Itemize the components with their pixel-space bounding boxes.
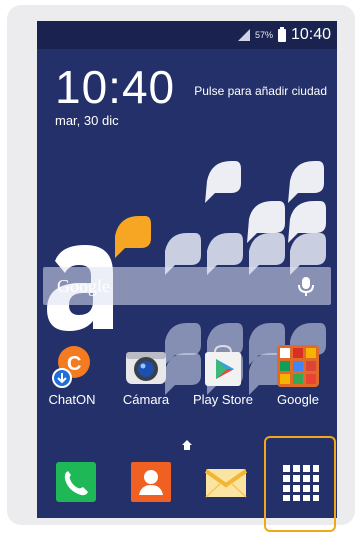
status-time: 10:40	[290, 26, 331, 43]
app-label-google: Google	[277, 392, 319, 407]
app-label-chaton: ChatON	[48, 392, 96, 407]
camera-icon	[124, 344, 168, 388]
app-chaton[interactable]: C ChatON	[37, 344, 108, 407]
google-search-label: Google	[57, 276, 110, 296]
dock-phone[interactable]	[55, 461, 97, 503]
dock-messages[interactable]	[204, 461, 248, 503]
app-play-store[interactable]: Play Store	[187, 344, 259, 407]
weather-add-city[interactable]: Pulse para añadir ciudad	[187, 85, 327, 98]
app-google-folder[interactable]: Google	[262, 344, 334, 407]
home-page-indicator-icon	[182, 440, 192, 450]
app-label-camera: Cámara	[122, 392, 170, 407]
microphone-icon[interactable]	[295, 275, 317, 297]
messages-icon	[204, 469, 248, 498]
play-store-icon	[201, 344, 245, 388]
battery-icon	[277, 26, 286, 42]
phone-icon	[56, 462, 96, 502]
chaton-icon: C	[50, 344, 94, 388]
contacts-icon	[131, 462, 171, 502]
battery-percentage: 57%	[254, 30, 273, 40]
google-search-bar[interactable]: Google	[43, 267, 331, 305]
dock-contacts[interactable]	[130, 461, 172, 503]
clock-time: 10:40	[55, 61, 176, 113]
clock-date: mar, 30 dic	[55, 113, 119, 128]
app-label-play-store: Play Store	[193, 392, 253, 407]
app-camera[interactable]: Cámara	[110, 344, 182, 407]
signal-icon	[237, 29, 250, 41]
apps-button-highlight	[264, 436, 336, 532]
clock-widget[interactable]: 10:40 mar, 30 dic	[55, 63, 175, 128]
status-bar: 57% 10:40	[37, 21, 337, 49]
google-folder-icon	[276, 344, 320, 388]
